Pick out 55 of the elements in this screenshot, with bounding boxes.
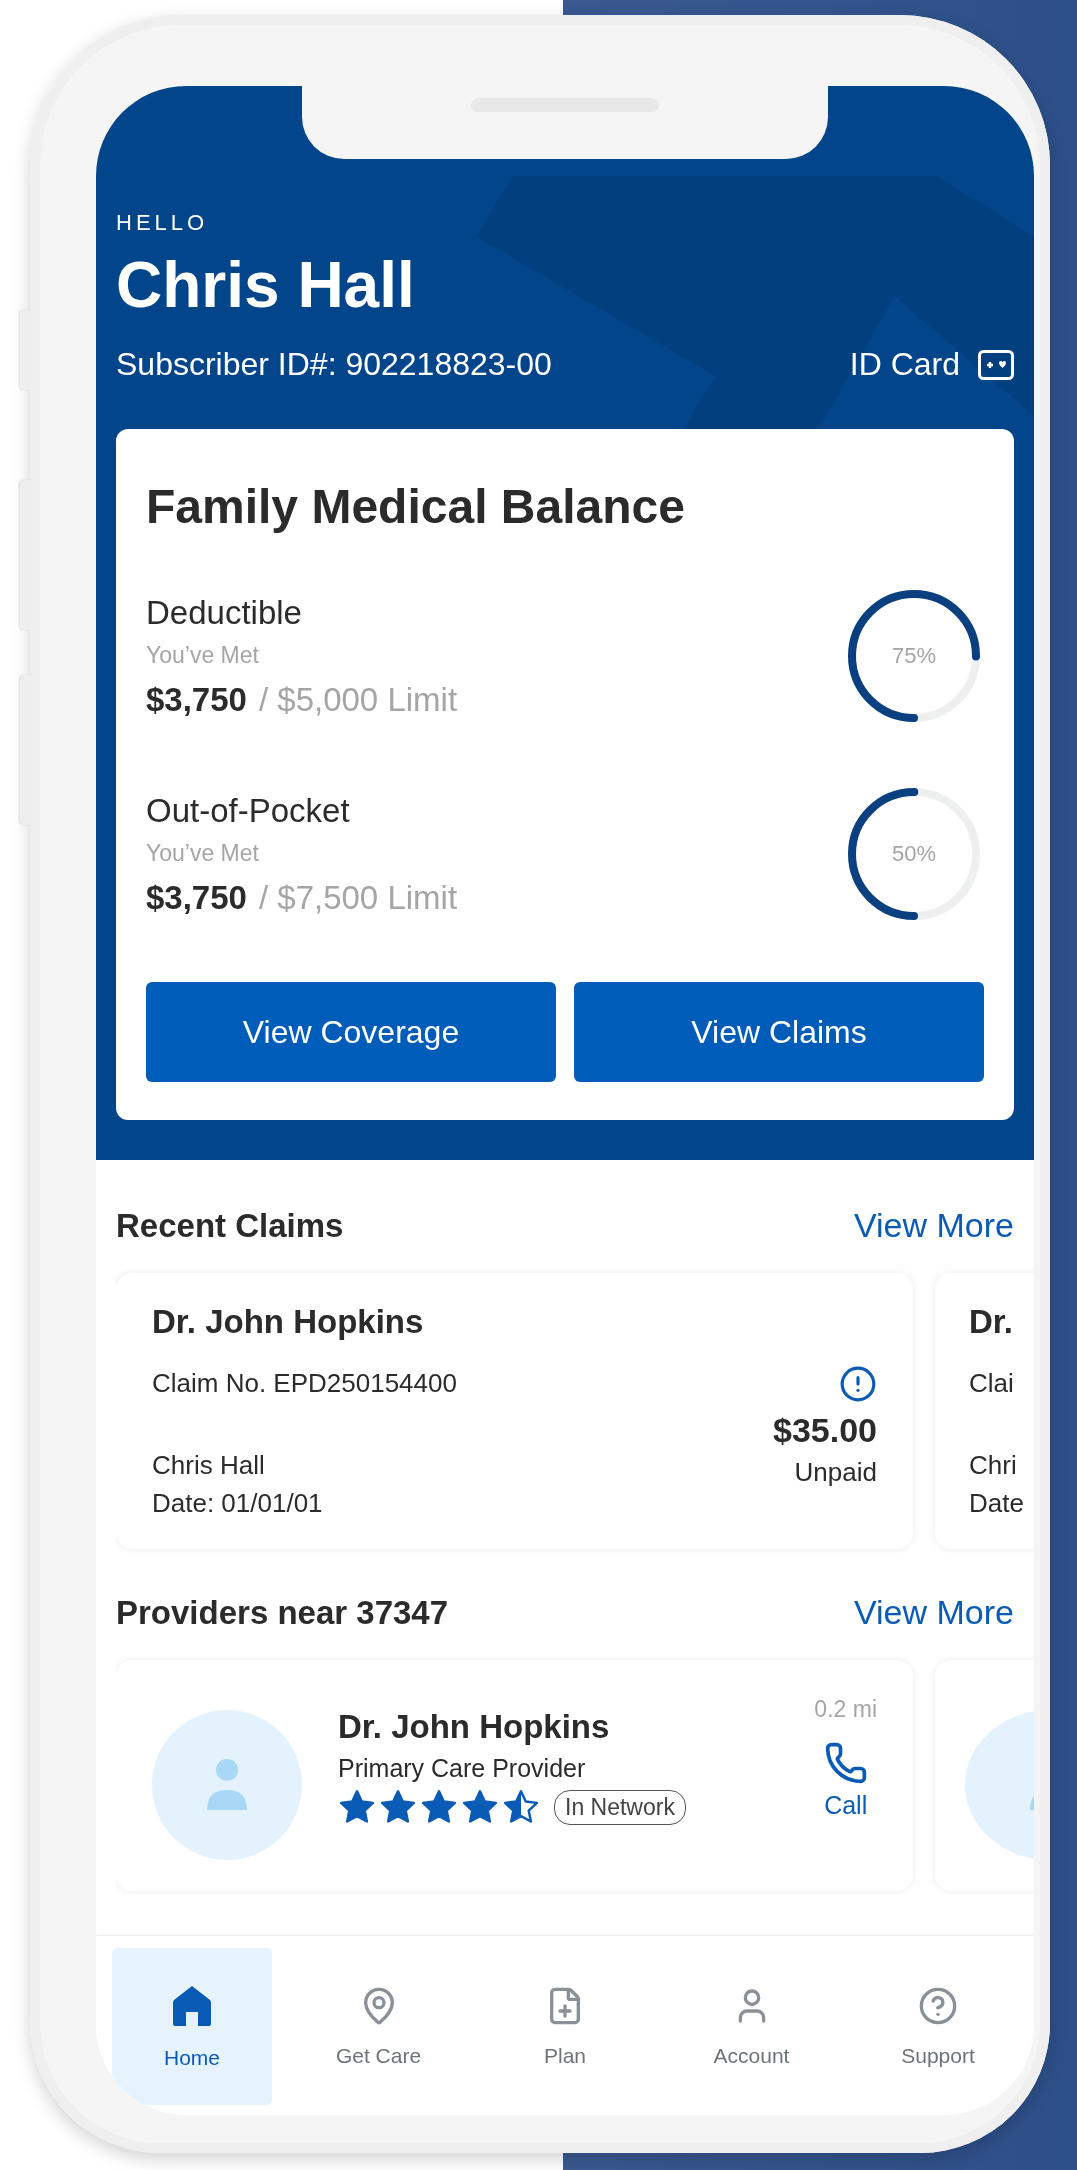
provider-specialty: Primary Care Provider [338, 1754, 587, 1784]
nav-label: Support [901, 2043, 975, 2068]
call-link[interactable]: Call [824, 1791, 868, 1821]
claim-date: Date: 01/01/01 [152, 1486, 323, 1520]
section-title: Recent Claims [116, 1206, 344, 1245]
provider-name: Dr. John Hopkins [152, 1303, 425, 1342]
met-label: You’ve Met [146, 839, 260, 867]
section-title: Providers near 37347 [116, 1593, 449, 1632]
person-icon [205, 1758, 249, 1813]
user-name: Chris Hall [116, 250, 416, 321]
claim-number: Clai [969, 1367, 1014, 1401]
id-card-link[interactable]: ID Card [849, 346, 1014, 384]
network-badge: In Network [554, 1790, 686, 1826]
greeting-text: HELLO [116, 210, 210, 236]
met-amount: $3,750 [146, 680, 247, 719]
balance-label: Out-of-Pocket [146, 791, 351, 830]
claim-date: Date [969, 1486, 1024, 1520]
phone-icon [823, 1741, 868, 1786]
view-more-link[interactable]: View More [854, 1593, 1014, 1633]
provider-name: Dr. John Hopkins [338, 1708, 611, 1747]
view-coverage-button[interactable]: View Coverage [146, 982, 556, 1083]
provider-name: Dr. [969, 1303, 1015, 1342]
nav-label: Home [164, 2045, 220, 2070]
provider-card[interactable]: Dr. John Hopkins Primary Care Provider In Network 0.2 mi Call [116, 1660, 913, 1891]
claim-card[interactable]: Dr. John Hopkins Claim No. EPD250154400 Chris Hall Date: 01/01/01 $35.00 Unpaid [116, 1273, 913, 1550]
nav-tab[interactable]: Plan [485, 1948, 645, 2105]
member-name: Chris Hall [152, 1449, 265, 1483]
help-icon [918, 1985, 958, 2026]
balance-label: Deductible [146, 593, 303, 632]
nav-tab[interactable]: Home [112, 1948, 272, 2105]
view-more-link[interactable]: View More [854, 1206, 1014, 1246]
id-card-icon [978, 349, 1014, 380]
limit-text: / $5,000 Limit [258, 680, 458, 719]
claim-status: Unpaid [794, 1456, 877, 1490]
nav-label: Plan [544, 2043, 586, 2068]
view-claims-button[interactable]: View Claims [574, 982, 984, 1083]
nav-tab[interactable]: Support [858, 1948, 1018, 2105]
nav-label: Account [713, 2043, 790, 2068]
claim-number: Claim No. EPD250154400 [152, 1367, 457, 1401]
subscriber-id: Subscriber ID#: 902218823-00 [116, 346, 552, 384]
claim-card[interactable]: Dr. Clai Chri Date [935, 1273, 1034, 1550]
alert-icon [839, 1365, 877, 1404]
met-label: You’ve Met [146, 641, 260, 669]
distance-text: 0.2 mi [814, 1696, 877, 1724]
percent-label: 50% [891, 841, 936, 868]
met-amount: $3,750 [146, 878, 247, 917]
home-icon [172, 1983, 212, 2028]
claim-amount: $35.00 [773, 1411, 877, 1451]
percent-label: 75% [891, 643, 936, 670]
card-title: Family Medical Balance [146, 479, 686, 535]
nav-label: Get Care [335, 2043, 422, 2068]
nav-tab[interactable]: Account [671, 1948, 832, 2105]
nav-tab[interactable]: Get Care [298, 1948, 459, 2105]
limit-text: / $7,500 Limit [258, 878, 458, 917]
member-name: Chri [969, 1449, 1017, 1483]
